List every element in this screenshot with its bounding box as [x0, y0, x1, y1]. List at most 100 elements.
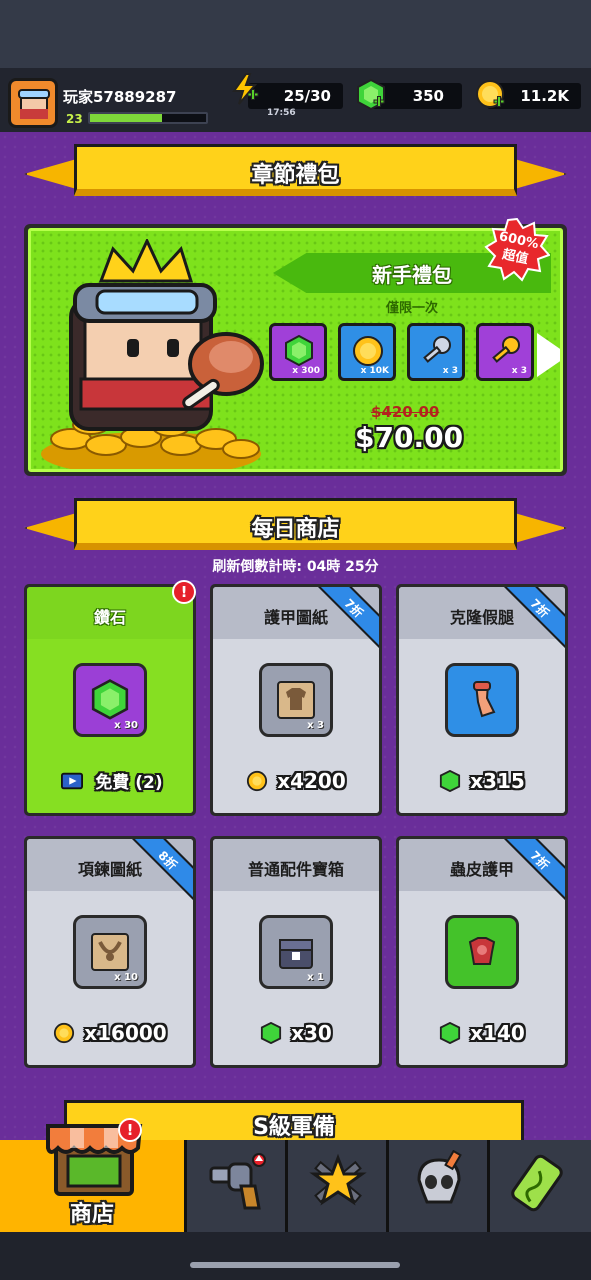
necklace-blueprint-icon [91, 933, 129, 971]
price-text: x30 [291, 1021, 332, 1045]
card-header: 鑽石 [27, 587, 193, 639]
item-slot [445, 915, 519, 989]
pack-item-gems[interactable]: x 300 [269, 323, 327, 381]
revolver-icon [209, 1153, 266, 1210]
banner-plate: 章節禮包 [74, 144, 517, 196]
xp-bar [88, 112, 208, 124]
gem-icon [357, 78, 385, 111]
avatar-mask [20, 109, 48, 119]
next-arrow-icon[interactable] [537, 333, 560, 377]
status-area [0, 0, 591, 68]
alert-badge: ! [172, 580, 196, 604]
price-button[interactable]: x315 [399, 769, 565, 793]
gem-icon [261, 1022, 282, 1044]
nav-shop-tab[interactable]: 商店 ! [0, 1118, 187, 1232]
item-qty: x 3 [307, 720, 324, 731]
shop-content[interactable]: 章節禮包 新手禮包 僅限一次 x 300 x 10K x 3 x 3 $420.… [0, 132, 591, 1140]
shop-item-armor-blueprint[interactable]: 護甲圖紙 x 3 x4200 7折 [210, 584, 382, 816]
daily-shop-title: 每日商店 [251, 517, 340, 542]
bug-armor-icon [468, 937, 496, 965]
nav-boss-tab[interactable] [389, 1140, 490, 1232]
clone-leg-icon [473, 681, 496, 718]
free-ad-button[interactable]: 免費 (2) [27, 768, 193, 793]
coin-icon [247, 770, 268, 792]
pack-item-coins[interactable]: x 10K [338, 323, 396, 381]
card-body: x 1 x30 [213, 891, 379, 1065]
gold-key-icon [492, 336, 520, 363]
card-title: 普通配件寶箱 [247, 860, 344, 879]
gem-icon [440, 1022, 461, 1044]
pack-item-silver-keys[interactable]: x 3 [407, 323, 465, 381]
ad-video-icon [61, 772, 84, 790]
coin-icon [54, 1022, 75, 1044]
pack-item-gold-keys[interactable]: x 3 [476, 323, 534, 381]
gem-value: 350 [412, 87, 444, 105]
armor-blueprint-icon [277, 681, 315, 719]
pack-item-qty: x 300 [292, 366, 320, 376]
star-battle-icon [309, 1153, 367, 1206]
coin-value: 11.2K [520, 87, 569, 105]
shop-item-accessory-chest[interactable]: 普通配件寶箱 x 1 x30 [210, 836, 382, 1068]
card-body: x 30 免費 (2) [27, 639, 193, 813]
top-bar: 玩家57889287 23 25/30 17:56 350 11.2K [0, 68, 591, 132]
coin-icon [476, 80, 505, 108]
gem-icon [285, 334, 313, 367]
shop-alert-badge: ! [118, 1118, 142, 1142]
shop-item-diamonds[interactable]: 鑽石 x 30 免費 (2) ! [24, 580, 196, 816]
card-header: 普通配件寶箱 [213, 839, 379, 891]
card-body: x 10 x16000 [27, 891, 193, 1065]
xp-fill [90, 114, 162, 122]
energy-counter[interactable]: 25/30 [248, 83, 343, 109]
pack-old-price: $420.00 [371, 403, 440, 421]
card-body: x140 [399, 891, 565, 1065]
price-text: x16000 [84, 1021, 167, 1045]
shop-item-bug-skin-armor[interactable]: 蟲皮護甲 x140 7折 [396, 836, 568, 1068]
banner-plate: 每日商店 [74, 498, 517, 550]
player-level: 23 [66, 112, 83, 126]
pack-item-qty: x 10K [360, 366, 389, 376]
silver-key-icon [423, 336, 451, 363]
player-name: 玩家57889287 [63, 88, 177, 106]
daily-shop-banner: 每日商店 [24, 498, 567, 558]
chapter-pack-banner: 章節禮包 [24, 144, 567, 204]
pack-item-qty: x 3 [511, 366, 527, 376]
energy-icon [232, 73, 259, 105]
price-button[interactable]: x140 [399, 1021, 565, 1045]
shop-item-necklace-blueprint[interactable]: 項鍊圖紙 x 10 x16000 8折 [24, 836, 196, 1068]
chapter-pack-title: 章節禮包 [251, 163, 340, 188]
avatar-visor [18, 89, 50, 99]
price-button[interactable]: x30 [213, 1021, 379, 1045]
item-slot [445, 663, 519, 737]
pack-buy-price[interactable]: $70.00 [355, 421, 463, 454]
item-slot: x 30 [73, 663, 147, 737]
skull-icon [417, 1150, 462, 1204]
dna-capsule-icon [511, 1154, 563, 1212]
price-text: x140 [470, 1021, 525, 1045]
pack-limit-text: 僅限一次 [385, 301, 438, 316]
nav-battle-tab[interactable] [288, 1140, 389, 1232]
shop-item-clone-leg[interactable]: 克隆假腿 x315 7折 [396, 584, 568, 816]
item-qty: x 10 [114, 972, 138, 983]
energy-value: 25/30 [283, 87, 331, 105]
price-text: x4200 [277, 769, 346, 793]
nav-shop-label: 商店 [69, 1202, 114, 1227]
gem-icon [440, 770, 461, 792]
price-button[interactable]: x16000 [27, 1021, 193, 1045]
price-text: x315 [470, 769, 525, 793]
hero-character-image [41, 239, 264, 469]
nav-lab-tab[interactable] [490, 1140, 591, 1232]
gem-icon [91, 679, 129, 720]
home-indicator [190, 1262, 400, 1268]
bottom-nav: 商店 ! [0, 1118, 591, 1280]
card-body: x 3 x4200 [213, 639, 379, 813]
refresh-countdown: 刷新倒數計時: 04時 25分 [212, 559, 379, 575]
item-slot: x 3 [259, 663, 333, 737]
nav-weapons-tab[interactable] [187, 1140, 288, 1232]
avatar[interactable] [8, 78, 58, 128]
price-text: 免費 (2) [95, 773, 163, 793]
item-slot: x 10 [73, 915, 147, 989]
price-button[interactable]: x4200 [213, 769, 379, 793]
card-body: x315 [399, 639, 565, 813]
item-qty: x 1 [307, 972, 324, 983]
chest-icon [279, 939, 313, 969]
